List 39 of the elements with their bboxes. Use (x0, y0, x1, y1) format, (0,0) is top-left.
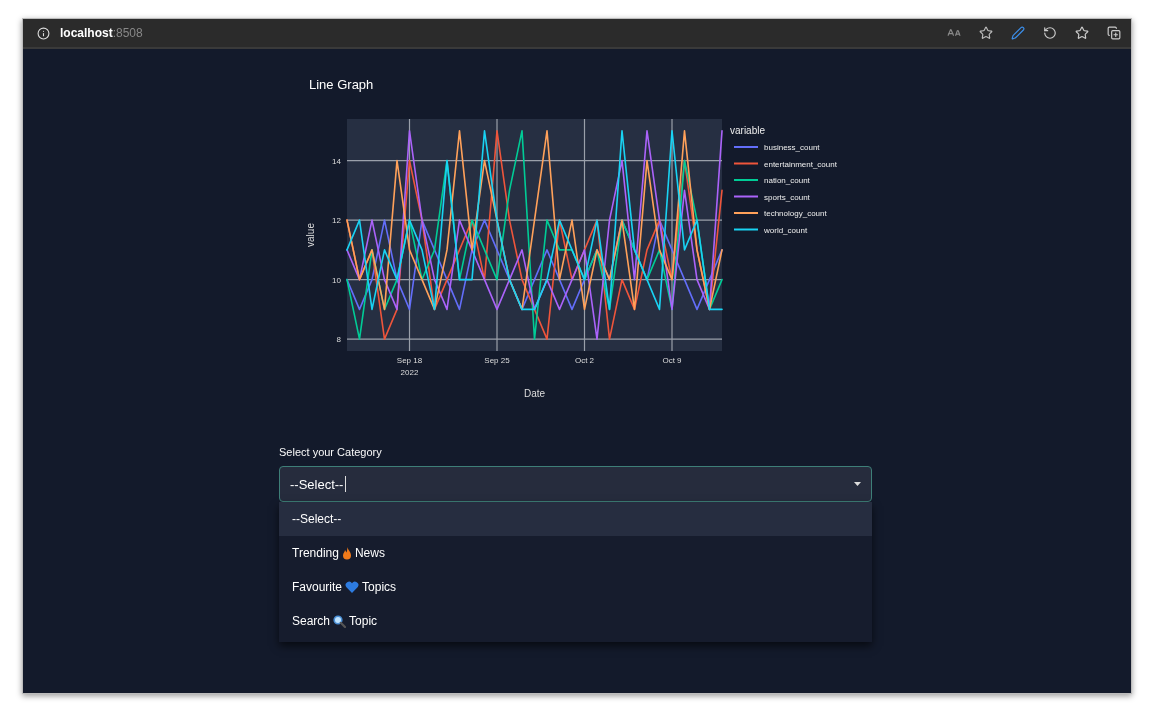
legend-swatch (733, 162, 759, 165)
dropdown-option[interactable]: --Select-- (279, 502, 872, 536)
dropdown-option[interactable]: Favourite Topics (279, 570, 872, 604)
x-tick-label: Oct 9 (662, 356, 682, 365)
x-axis-title: Date (523, 388, 546, 399)
x-tick-label: Sep 25 (484, 356, 510, 365)
legend-label: sports_count (764, 192, 810, 202)
select-label: Select your Category (279, 446, 383, 458)
x-tick-label: Sep 18 2022 (396, 356, 423, 377)
y-tick-label: 14 (332, 156, 341, 166)
circular-arrow-icon[interactable] (1043, 26, 1057, 40)
x-tick-label: Oct 2 (574, 356, 595, 365)
legend-label: entertainment_count (764, 159, 837, 169)
y-axis-title: value (305, 223, 316, 247)
legend-label: world_count (764, 225, 808, 235)
collections-icon[interactable] (1107, 26, 1121, 40)
legend-swatch (733, 228, 759, 231)
y-tick-label: 8 (336, 335, 341, 345)
dropdown-option[interactable]: Search Topic (279, 604, 872, 638)
legend-label: business_count (764, 143, 820, 152)
star-icon[interactable] (1075, 26, 1089, 40)
url-port[interactable]: :8508 (112, 26, 143, 40)
fire-icon (341, 546, 352, 560)
dropdown-option[interactable]: Trending News (279, 536, 872, 570)
info-icon[interactable] (37, 26, 50, 40)
star-icon[interactable] (979, 26, 993, 40)
url-host[interactable]: localhost (60, 26, 113, 40)
legend-title: variable (730, 125, 766, 136)
magnifier-icon (333, 614, 347, 628)
legend-label: technology_count (764, 209, 827, 218)
heart-icon (345, 581, 360, 593)
y-tick-label: 12 (332, 216, 341, 226)
chart-title: Line Graph (309, 77, 375, 92)
category-select[interactable]: --Select-- (279, 466, 872, 502)
legend-label: nation_count (764, 176, 810, 185)
legend-swatch (733, 195, 759, 198)
y-tick-label: 10 (332, 275, 341, 285)
pen-icon[interactable] (1011, 26, 1025, 40)
caret-icon (854, 482, 861, 486)
